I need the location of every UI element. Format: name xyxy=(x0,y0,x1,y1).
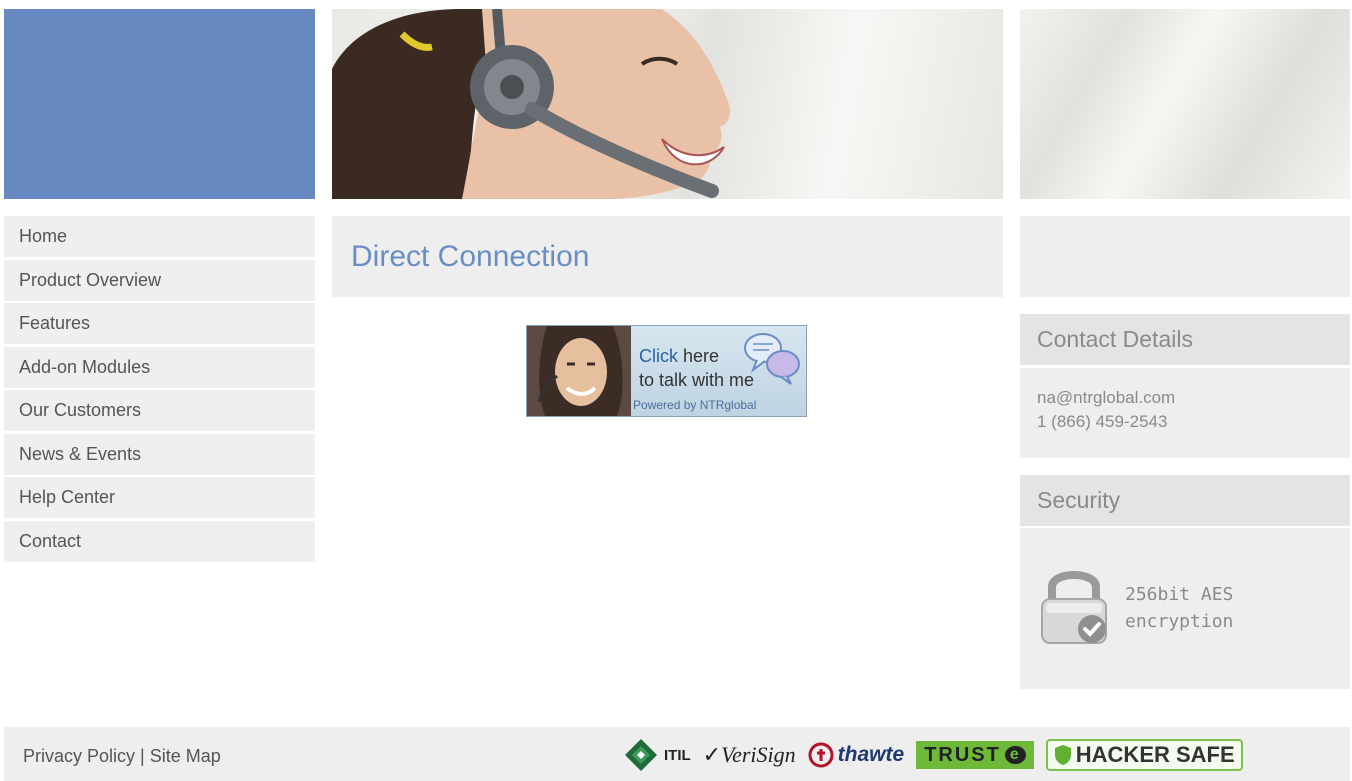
footer-separator: | xyxy=(135,746,150,766)
hero-side-image xyxy=(1020,9,1350,199)
nav-item-product-overview[interactable]: Product Overview xyxy=(4,259,315,301)
security-body: 256bit AES encryption xyxy=(1020,528,1350,689)
footer: Privacy Policy | Site Map ITIL ✓ VeriSig… xyxy=(4,727,1350,781)
security-line1: 256bit AES xyxy=(1125,584,1234,605)
page-title: Direct Connection xyxy=(351,239,590,273)
chat-powered-by: Powered by NTRglobal xyxy=(633,398,757,412)
verisign-badge[interactable]: ✓ VeriSign xyxy=(703,739,796,771)
title-bar: Direct Connection xyxy=(332,216,1003,297)
security-heading: Security xyxy=(1020,475,1350,526)
hero-image xyxy=(332,9,1003,199)
chat-line2: to talk with me xyxy=(639,370,755,390)
hacker-safe-label: HACKER SAFE xyxy=(1075,742,1235,767)
truste-mark-icon: e xyxy=(1004,746,1026,764)
shield-icon xyxy=(1054,745,1071,765)
thawte-badge[interactable]: thawte xyxy=(808,739,905,771)
chat-agent-avatar xyxy=(527,326,631,416)
verisign-check-icon: ✓ xyxy=(702,742,722,767)
trust-badges: ITIL ✓ VeriSign thawte TRUST e HACKER SA… xyxy=(624,737,1243,773)
security-line2: encryption xyxy=(1125,611,1234,632)
live-chat-button[interactable]: Click here to talk with me Powered by NT… xyxy=(526,325,807,417)
support-agent-photo xyxy=(332,9,731,199)
contact-details-body: na@ntrglobal.com 1 (866) 459-2543 xyxy=(1020,368,1350,458)
chat-line1-rest: here xyxy=(678,346,720,366)
nav-item-help-center[interactable]: Help Center xyxy=(4,477,315,518)
itil-label: ITIL xyxy=(664,746,691,764)
thawte-logo-icon xyxy=(808,742,834,768)
chat-invite-text: Click here to talk with me xyxy=(639,344,754,392)
sidebar-top-block xyxy=(1020,216,1350,297)
security-text: 256bit AES encryption xyxy=(1125,581,1233,635)
nav-item-news-events[interactable]: News & Events xyxy=(4,433,315,475)
chat-click-word: Click xyxy=(639,346,678,366)
thawte-label: thawte xyxy=(837,743,905,766)
nav-item-features[interactable]: Features xyxy=(4,303,315,344)
nav-item-home[interactable]: Home xyxy=(4,216,315,257)
padlock-icon xyxy=(1041,571,1107,644)
itil-badge[interactable]: ITIL xyxy=(624,739,691,771)
hacker-safe-badge[interactable]: HACKER SAFE xyxy=(1045,739,1243,771)
itil-diamond-icon xyxy=(625,739,657,771)
truste-label: TRUST xyxy=(924,743,1001,766)
truste-badge[interactable]: TRUST e xyxy=(916,741,1034,769)
site-map-link[interactable]: Site Map xyxy=(150,746,221,766)
contact-phone: 1 (866) 459-2543 xyxy=(1037,412,1168,431)
main-nav: Home Product Overview Features Add-on Mo… xyxy=(4,216,315,564)
contact-details-heading: Contact Details xyxy=(1020,314,1350,365)
nav-item-our-customers[interactable]: Our Customers xyxy=(4,390,315,431)
chat-bubbles-icon xyxy=(744,333,800,385)
nav-item-add-on-modules[interactable]: Add-on Modules xyxy=(4,346,315,388)
contact-email[interactable]: na@ntrglobal.com xyxy=(1037,386,1350,410)
logo-block xyxy=(4,9,315,199)
verisign-label: VeriSign xyxy=(721,742,796,767)
footer-links: Privacy Policy | Site Map xyxy=(23,746,221,767)
privacy-policy-link[interactable]: Privacy Policy xyxy=(23,746,135,766)
nav-item-contact[interactable]: Contact xyxy=(4,520,315,562)
